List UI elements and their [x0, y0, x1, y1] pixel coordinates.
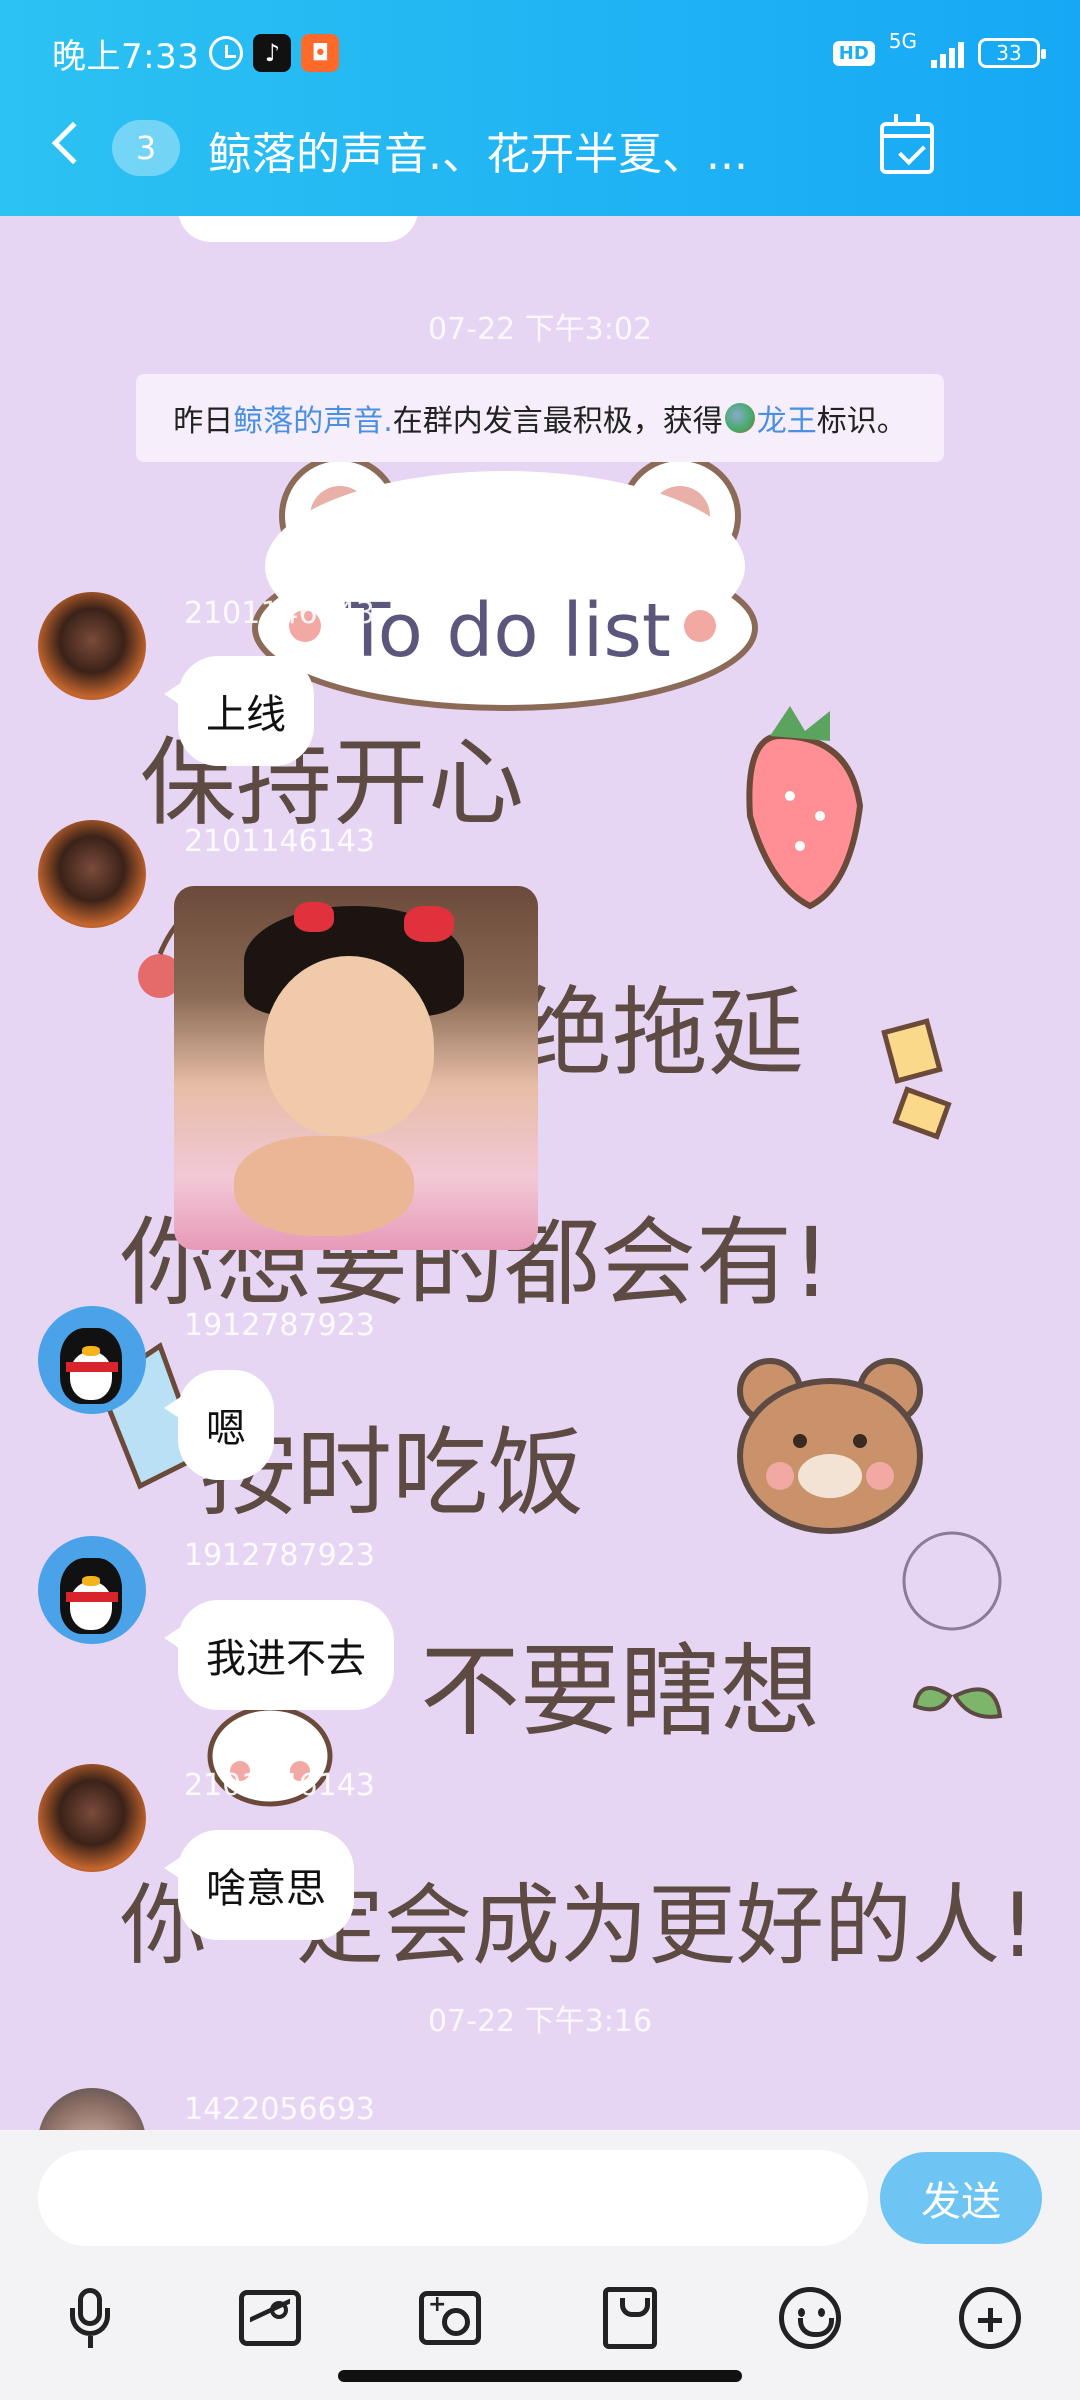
avatar[interactable] [38, 592, 146, 700]
sender-name: 2101146143 [184, 596, 375, 631]
home-indicator[interactable] [338, 2370, 742, 2382]
battery-level: 33 [996, 41, 1022, 65]
cheese-art [881, 1018, 952, 1140]
message-bubble[interactable]: 我进不去 [164, 1600, 394, 1710]
sprout-art [912, 1686, 1003, 1719]
timestamp: 07-22 下午3:10 [427, 506, 653, 541]
avatar[interactable] [38, 1764, 146, 1872]
signal-icon [931, 38, 964, 68]
sender-name: 2101146143 [184, 824, 375, 859]
send-button[interactable]: 发送 [880, 2152, 1042, 2244]
dragon-icon [724, 403, 755, 433]
emoji-icon[interactable] [770, 2278, 850, 2358]
avatar[interactable] [38, 1536, 146, 1644]
top-bar: 晚上7:33 ♪ ◘ HD 5G 33 3 鲸落的声音.、花开半夏、... [0, 0, 1080, 216]
message-bubble[interactable]: 上线 [164, 656, 314, 766]
sender-name: 1912787923 [184, 1538, 375, 1573]
avatar[interactable] [38, 820, 146, 928]
sender-name: 1422056693 [184, 2092, 375, 2127]
input-bar: 发送 [0, 2130, 1080, 2400]
image-icon[interactable] [230, 2278, 310, 2358]
network-label: 5G [888, 29, 917, 53]
plus-icon[interactable] [950, 2278, 1030, 2358]
timestamp: 07-22 下午3:02 [427, 312, 653, 347]
bg-line5: 不要瞎想 [420, 1633, 820, 1750]
notice-badge-link[interactable]: 龙王 [757, 396, 817, 440]
tiktok-icon: ♪ [253, 34, 292, 72]
system-notice: 昨日 鲸落的声音. 在群内发言最积极，获得 龙王 标识。 [136, 374, 944, 462]
notice-prefix: 昨日 [173, 404, 234, 439]
watermark-art [902, 1531, 1002, 1631]
message-input[interactable] [38, 2150, 868, 2246]
unread-badge[interactable]: 3 [112, 120, 180, 176]
strawberry-art [746, 706, 864, 910]
calendar-check-icon[interactable] [880, 114, 934, 174]
hd-icon: HD [832, 40, 875, 66]
sender-name: 2101146143 [184, 1768, 375, 1803]
group-title[interactable]: 鲸落的声音.、花开半夏、... [208, 118, 748, 182]
notice-suffix: 标识。 [816, 404, 907, 439]
battery-icon: 33 [978, 38, 1046, 68]
status-right: HD 5G 33 [832, 29, 1046, 68]
chat-header: 3 鲸落的声音.、花开半夏、... [0, 110, 1080, 190]
status-bar: 晚上7:33 ♪ ◘ HD 5G 33 [52, 28, 1046, 78]
back-icon[interactable] [51, 121, 95, 165]
sender-name: 1912787923 [184, 1308, 375, 1343]
notice-user-link[interactable]: 鲸落的声音. [233, 396, 393, 440]
bear-art [737, 1358, 923, 1534]
microphone-icon[interactable] [50, 2278, 130, 2358]
camera-icon[interactable] [410, 2278, 490, 2358]
timestamp: 07-22 下午3:16 [427, 2004, 653, 2039]
message-bubble[interactable]: 啥意思 [164, 1830, 354, 1940]
notice-mid: 在群内发言最积极，获得 [392, 404, 723, 439]
avatar[interactable] [38, 1306, 146, 1414]
shop-icon: ◘ [301, 34, 340, 72]
toolbar [0, 2278, 1080, 2358]
status-time: 晚上7:33 [52, 36, 200, 77]
bg-todo-text: To do list [344, 588, 671, 674]
alarm-icon [209, 36, 244, 70]
message-bubble[interactable]: 嗯 [164, 1370, 274, 1480]
image-message[interactable] [174, 886, 538, 1250]
previous-message-bubble[interactable] [178, 216, 418, 242]
gift-bag-icon[interactable] [590, 2278, 670, 2358]
chat-area[interactable]: To do list 保持开心 拒绝拖延 你想要的都会有! 按时吃饭 不要瞎想 … [0, 216, 1080, 2130]
